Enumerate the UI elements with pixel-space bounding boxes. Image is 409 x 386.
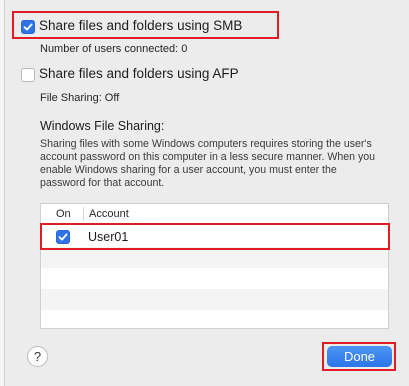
windows-description: Sharing files with some Windows computer… <box>40 138 376 189</box>
table-header: On Account <box>41 204 388 224</box>
table-row-empty <box>41 247 388 268</box>
column-separator <box>83 207 84 221</box>
afp-status: File Sharing: Off <box>40 92 120 104</box>
smb-status: Number of users connected: 0 <box>40 43 188 55</box>
done-button[interactable]: Done <box>327 346 392 367</box>
accounts-table: On Account User01 <box>40 203 389 329</box>
checkmark-icon <box>23 23 33 31</box>
column-header-on[interactable]: On <box>56 208 71 220</box>
smb-label[interactable]: Share files and folders using SMB <box>39 18 242 33</box>
afp-label[interactable]: Share files and folders using AFP <box>39 66 239 81</box>
afp-checkbox[interactable] <box>21 68 35 82</box>
table-row[interactable]: User01 <box>41 226 388 247</box>
column-header-account[interactable]: Account <box>89 208 129 220</box>
smb-checkbox[interactable] <box>21 20 35 34</box>
windows-section-title: Windows File Sharing: <box>40 119 165 133</box>
user01-on-checkbox[interactable] <box>56 230 70 244</box>
user01-account-name: User01 <box>88 230 129 244</box>
window-edge <box>0 0 5 386</box>
table-row-empty <box>41 268 388 289</box>
checkmark-icon <box>58 233 68 241</box>
table-row-empty <box>41 289 388 310</box>
help-button[interactable]: ? <box>27 346 48 367</box>
table-row-empty <box>41 310 388 328</box>
